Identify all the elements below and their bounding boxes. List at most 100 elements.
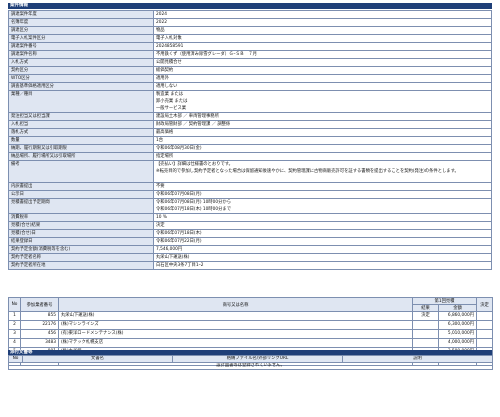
info-label: 契約区分 <box>8 66 154 75</box>
info-label: 入札方式 <box>8 58 154 67</box>
info-value-line: 適用しない <box>156 84 178 89</box>
bid-row: 4 3483 (株)マテック札幌支店 4,000,000円 <box>8 338 494 348</box>
info-value-line: 2024 <box>156 12 167 17</box>
info-label: 調達案件年度 <box>8 10 154 19</box>
info-value-line: 【売払い】詳細は仕様書のとおりです。 <box>156 162 233 167</box>
bid-decision <box>476 320 494 330</box>
info-value-line: 令和06年08月30日(金) <box>156 146 202 151</box>
info-row: 契約予定金額(消費税等を含む) 7,546,000円 <box>8 245 492 254</box>
bid-participant-code: 855 <box>20 311 59 321</box>
info-value: 公開見積合せ <box>153 58 492 67</box>
info-value: 適用外 <box>153 74 492 83</box>
info-value-line: 一般サービス業 <box>156 106 187 111</box>
info-value-line: 適用外 <box>156 76 169 81</box>
info-value-line: 10 % <box>156 215 167 220</box>
bid-company-name: (株)マシンラインズ <box>58 320 413 330</box>
info-value-line: 2022 <box>156 20 167 25</box>
bid-participant-code: 3483 <box>20 338 59 348</box>
bid-row: 3 456 (有)東洋ロードメンテナンス(株) 5,010,000円 <box>8 329 494 339</box>
info-value-line: 指定場所 <box>156 154 174 159</box>
bid-no: 3 <box>8 329 21 339</box>
info-label: 電子入札案件区分 <box>8 34 154 43</box>
info-label: 見積(合せ)日 <box>8 229 154 238</box>
attachments-table: No 文書名 格納ファイル名/外部リンクURL 説明 設計図書等は登録されていま… <box>8 355 493 370</box>
bid-company-name: (有)東洋ロードメンテナンス(株) <box>58 329 413 339</box>
info-value: 適用しない <box>153 82 492 91</box>
bid-decision <box>476 311 494 321</box>
bid-result <box>412 320 439 330</box>
bid-decision <box>476 329 494 339</box>
info-value: 決定 <box>153 221 492 230</box>
info-row: 消費税率 10 % <box>8 213 492 222</box>
info-value-line: 令和06年07月08日(月) 10時00分から <box>156 200 232 205</box>
bid-participant-code: 22176 <box>20 320 59 330</box>
info-row: 調達案件番号 2024858591 <box>8 42 492 51</box>
info-row: 調達区分 物品 <box>8 26 492 35</box>
col-header-round-1: 第1回見積 <box>411 297 478 305</box>
info-row: 契約予定者所在地 白石区中央3条7丁目1ｰ2 <box>8 261 492 270</box>
info-value-line: 令和06年07月08日(月) <box>156 192 202 197</box>
info-label: 調達案件番号 <box>8 42 154 51</box>
info-row: 契約予定者名称 丸栄山下運送(株) <box>8 253 492 262</box>
info-row: 公示日 令和06年07月08日(月) <box>8 190 492 199</box>
info-value: 白石区中央3条7丁目1ｰ2 <box>153 261 492 270</box>
case-info-table: 調達案件年度 2024 名簿年度 2022 調達区分 物品 電子入札案件区分 電子入札対象 調達… <box>8 10 492 270</box>
info-label: 数量 <box>8 136 154 145</box>
bid-amount: 6,860,000円 <box>437 311 478 321</box>
bid-amount: 5,010,000円 <box>437 329 478 339</box>
info-value: 2024858591 <box>153 42 492 51</box>
bid-no: 1 <box>8 311 21 321</box>
info-value-line: 電子入札対象 <box>156 36 182 41</box>
info-row: 納期、履行期限又は引取期限 令和06年08月30日(金) <box>8 144 492 153</box>
info-value: 令和06年07月22日(月) <box>153 237 492 246</box>
info-value-line: 物品 <box>156 28 165 33</box>
info-value-line: ※転売目的で参加し契約予定者となった場合は保留通知後速やかに、契約管理課に古物商… <box>156 169 459 174</box>
info-value: 【売払い】詳細は仕様書のとおりです。 ※転売目的で参加し契約予定者となった場合は保… <box>153 160 492 183</box>
bid-company-name: 丸栄山下運送(株) <box>58 311 413 321</box>
info-label: 入札担当 <box>8 120 154 129</box>
info-value-line: 令和06年07月22日(月) <box>156 239 202 244</box>
info-value: 7,546,000円 <box>153 245 492 254</box>
info-value-line: 令和06年07月18日(木) 10時00分まで <box>156 207 232 212</box>
attachments-empty-message: 設計図書等は登録されていません。 <box>8 362 493 370</box>
info-label: 納品場所、履行場所又は引取場所 <box>8 152 154 161</box>
info-value-line: 建設局土木部 ／ 車両管理事務所 <box>156 114 219 119</box>
info-value-line: 決定 <box>156 223 165 228</box>
info-value-line: 財政局管財部 ／ 契約管理課 ／ 調整係 <box>156 122 231 127</box>
col-header-company-name: 商号又は名称 <box>58 297 413 312</box>
info-row: 発注担当又は担当課 建設局土木部 ／ 車両管理事務所 <box>8 112 492 121</box>
info-label: 調達区分 <box>8 26 154 35</box>
info-row: 納品場所、履行場所又は引取場所 指定場所 <box>8 152 492 161</box>
info-value: 建設局土木部 ／ 車両管理事務所 <box>153 112 492 121</box>
info-value-line: 7,546,000円 <box>156 247 183 252</box>
info-value: 不用鉄くず（使用済み除雪グレーダ）ＧｰＳＢ ７月 <box>153 50 492 59</box>
info-value: 令和06年08月30日(金) <box>153 144 492 153</box>
info-row: 業種／種目 製造業 または 卸小売業 または 一般サービス業 <box>8 90 492 113</box>
info-label: 見積(合せ)結果 <box>8 221 154 230</box>
info-label: 結果登録日 <box>8 237 154 246</box>
bid-result <box>412 329 439 339</box>
bid-no: 2 <box>8 320 21 330</box>
info-value: 指定場所 <box>153 152 492 161</box>
info-row: 見積書提出予定期間 令和06年07月08日(月) 10時00分から 令和06年07月… <box>8 198 492 214</box>
info-row: 入札担当 財政局管財部 ／ 契約管理課 ／ 調整係 <box>8 120 492 129</box>
info-row: 結果登録日 令和06年07月22日(月) <box>8 237 492 246</box>
info-value-line: 不要 <box>156 184 165 189</box>
info-label: 内訳書提出 <box>8 182 154 191</box>
info-row: 調達案件年度 2024 <box>8 10 492 19</box>
bid-row: 1 855 丸栄山下運送(株) 決定 6,860,000円 <box>8 311 494 321</box>
bid-amount: 6,300,000円 <box>437 320 478 330</box>
info-value-line: 卸小売業 または <box>156 99 188 104</box>
bid-result: 決定 <box>412 311 439 321</box>
info-value: 1台 <box>153 136 492 145</box>
info-label: 納期、履行期限又は引取期限 <box>8 144 154 153</box>
info-row: 電子入札案件区分 電子入札対象 <box>8 34 492 43</box>
info-label: 契約予定者名称 <box>8 253 154 262</box>
info-row: 調査基準価格適用区分 適用しない <box>8 82 492 91</box>
info-value: 令和06年07月18日(木) <box>153 229 492 238</box>
bid-row: 2 22176 (株)マシンラインズ 6,300,000円 <box>8 320 494 330</box>
col-header-result: 結果 <box>412 304 439 312</box>
bid-result <box>412 338 439 348</box>
info-value: 不要 <box>153 182 492 191</box>
info-value-line: 製造業 または <box>156 92 184 97</box>
